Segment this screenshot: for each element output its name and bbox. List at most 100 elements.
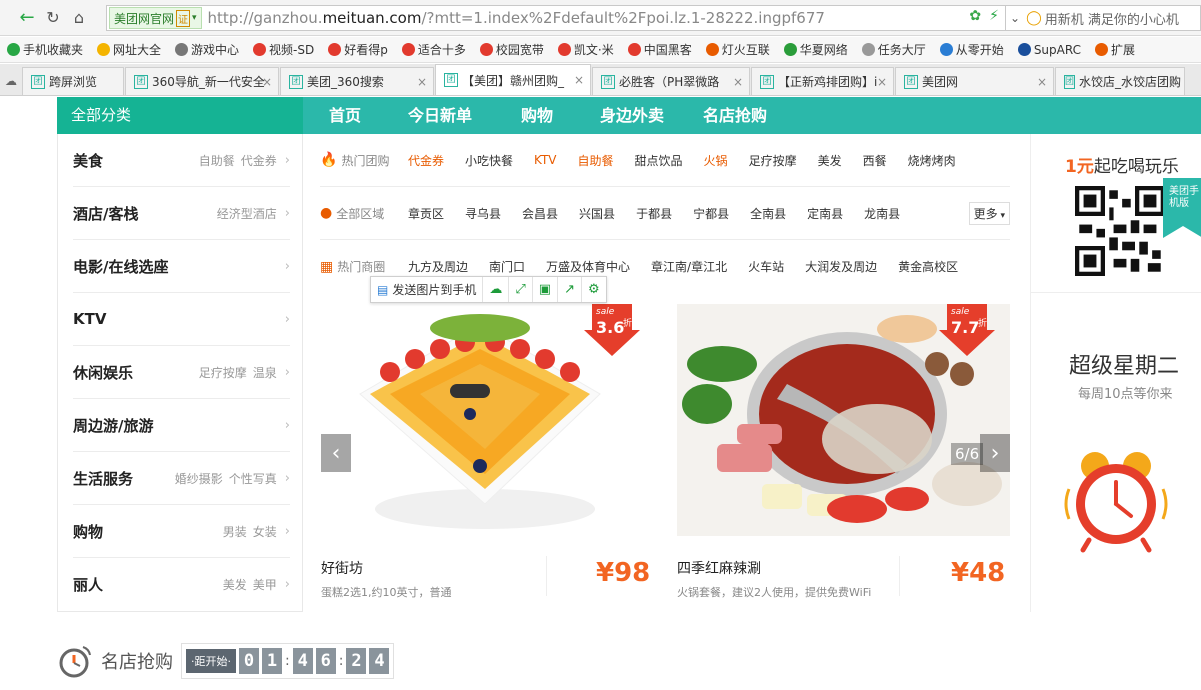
- deal-name[interactable]: 四季红麻辣涮: [677, 558, 761, 578]
- save-button[interactable]: ▣: [533, 277, 559, 302]
- bookmark-item[interactable]: 任务大厅: [855, 41, 933, 58]
- home-icon[interactable]: ⌂: [66, 5, 92, 31]
- filter-item[interactable]: 南门口: [489, 258, 525, 275]
- category-header[interactable]: 全部分类: [57, 97, 303, 134]
- close-icon[interactable]: ×: [574, 73, 584, 87]
- browser-tab[interactable]: 团【美团】赣州团购_ ×: [435, 64, 591, 95]
- filter-item[interactable]: 全南县: [750, 205, 786, 222]
- send-to-phone-button[interactable]: ▤ 发送图片到手机: [371, 277, 484, 302]
- sidebar-sub-link[interactable]: 经济型酒店: [217, 205, 277, 222]
- bookmark-item[interactable]: 视频-SD: [246, 41, 321, 58]
- cloud-icon[interactable]: ☁: [0, 67, 22, 95]
- sidebar-sub-link[interactable]: 婚纱摄影: [175, 470, 223, 487]
- filter-item[interactable]: 烧烤烤肉: [908, 152, 956, 169]
- filter-item[interactable]: 龙南县: [864, 205, 900, 222]
- slider-prev-button[interactable]: ‹: [321, 434, 351, 472]
- browser-tab[interactable]: 团水饺店_水饺店团购 ×: [1055, 67, 1185, 95]
- sidebar-item[interactable]: 丽人 美发 美甲 ›: [73, 558, 290, 611]
- sidebar-item[interactable]: 酒店/客栈 经济型酒店 ›: [73, 187, 290, 240]
- refresh-icon[interactable]: ↻: [40, 5, 66, 31]
- flash-sale-title[interactable]: 名店抢购: [101, 648, 173, 674]
- deal-name[interactable]: 好街坊: [321, 558, 363, 578]
- browser-tab[interactable]: 团必胜客（PH翠微路 ×: [592, 67, 750, 95]
- settings-icon[interactable]: ⚙: [582, 277, 606, 302]
- filter-item[interactable]: 章贡区: [408, 205, 444, 222]
- close-icon[interactable]: ×: [1168, 75, 1178, 89]
- slider-next-button[interactable]: ›: [980, 434, 1010, 472]
- expand-button[interactable]: ⤢: [509, 277, 533, 302]
- sidebar-sub-link[interactable]: 足疗按摩: [199, 364, 247, 381]
- filter-item[interactable]: 甜点饮品: [635, 152, 683, 169]
- chevron-down-icon[interactable]: ⌄: [1010, 11, 1020, 25]
- filter-item[interactable]: 小吃快餐: [465, 152, 513, 169]
- filter-item[interactable]: 西餐: [863, 152, 887, 169]
- share-button[interactable]: ↗: [558, 277, 582, 302]
- sidebar-sub-link[interactable]: 个性写真: [229, 470, 277, 487]
- browser-tab[interactable]: 团【正新鸡排团购】i ×: [751, 67, 894, 95]
- filter-item[interactable]: 于都县: [636, 205, 672, 222]
- lightning-icon[interactable]: ⚡: [989, 8, 999, 24]
- browser-tab[interactable]: 团跨屏浏览: [22, 67, 124, 95]
- filter-item[interactable]: 火锅: [704, 152, 728, 169]
- sidebar-item[interactable]: 美食 自助餐 代金券 ›: [73, 134, 290, 187]
- nav-item[interactable]: 身边外卖: [600, 97, 664, 134]
- browser-tab[interactable]: 团美团_360搜索 ×: [280, 67, 434, 95]
- close-icon[interactable]: ×: [1037, 75, 1047, 89]
- deal-card[interactable]: sale 7.7 折 6/6 › 四季红麻辣涮 火锅套餐，建议2人使用，提供免费…: [677, 304, 1010, 612]
- search-input[interactable]: ⌄ ◯ 用新机 满足你的小心机: [1006, 5, 1201, 31]
- filter-item[interactable]: 足疗按摩: [749, 152, 797, 169]
- sidebar-sub-link[interactable]: 自助餐: [199, 152, 235, 169]
- back-icon[interactable]: ←: [14, 5, 40, 31]
- filter-item[interactable]: 自助餐: [578, 152, 614, 169]
- filter-item[interactable]: KTV: [534, 153, 556, 167]
- bookmark-item[interactable]: 从零开始: [933, 41, 1011, 58]
- filter-item[interactable]: 定南县: [807, 205, 843, 222]
- bookmark-item[interactable]: SupARC: [1011, 43, 1088, 57]
- filter-item[interactable]: 美发: [818, 152, 842, 169]
- sidebar-item[interactable]: 电影/在线选座 ›: [73, 240, 290, 293]
- close-icon[interactable]: ×: [417, 75, 427, 89]
- filter-item[interactable]: 会昌县: [522, 205, 558, 222]
- bookmark-item[interactable]: 校园宽带: [473, 41, 551, 58]
- filter-item[interactable]: 章江南/章江北: [651, 258, 727, 275]
- filter-item[interactable]: 兴国县: [579, 205, 615, 222]
- nav-item[interactable]: 今日新单: [408, 97, 472, 134]
- deal-card[interactable]: sale 3.6 折 ‹ 好街坊 蛋糕2选1,约10英寸，普通 ¥98: [320, 304, 665, 612]
- bookmark-item[interactable]: 中国黑客: [621, 41, 699, 58]
- more-button[interactable]: 更多 ▾: [968, 201, 1010, 225]
- sidebar-item[interactable]: 休闲娱乐 足疗按摩 温泉 ›: [73, 346, 290, 399]
- bookmark-item[interactable]: 华夏网络: [777, 41, 855, 58]
- nav-item[interactable]: 名店抢购: [703, 97, 767, 134]
- filter-item[interactable]: 九方及周边: [408, 258, 468, 275]
- nav-item[interactable]: 首页: [329, 97, 361, 134]
- sidebar-item[interactable]: KTV ›: [73, 293, 290, 346]
- browser-tab[interactable]: 团 360导航_新一代安全 ×: [125, 67, 279, 95]
- sidebar-sub-link[interactable]: 女装: [253, 523, 277, 540]
- close-icon[interactable]: ×: [733, 75, 743, 89]
- qr-code-icon[interactable]: [1075, 186, 1165, 276]
- filter-item[interactable]: 宁都县: [693, 205, 729, 222]
- bookmark-item[interactable]: 网址大全: [90, 41, 168, 58]
- sidebar-item[interactable]: 周边游/旅游 ›: [73, 399, 290, 452]
- bookmark-item[interactable]: 适合十多: [395, 41, 473, 58]
- filter-item[interactable]: 代金券: [408, 152, 444, 169]
- filter-item[interactable]: 火车站: [748, 258, 784, 275]
- sidebar-sub-link[interactable]: 代金券: [241, 152, 277, 169]
- sidebar-item[interactable]: 购物 男装 女装 ›: [73, 505, 290, 558]
- filter-item[interactable]: 万盛及体育中心: [546, 258, 630, 275]
- super-tuesday-title[interactable]: 超级星期二: [1069, 348, 1179, 380]
- sidebar-sub-link[interactable]: 美发: [223, 576, 247, 593]
- bookmark-item[interactable]: 灯火互联: [699, 41, 777, 58]
- filter-item[interactable]: 寻乌县: [465, 205, 501, 222]
- close-icon[interactable]: ×: [877, 75, 887, 89]
- sidebar-sub-link[interactable]: 美甲: [253, 576, 277, 593]
- site-badge[interactable]: 美团网官网 证 ▾: [109, 7, 202, 29]
- cloud-save-button[interactable]: ☁: [483, 277, 510, 302]
- bookmark-item[interactable]: 手机收藏夹: [0, 41, 90, 58]
- browser-tab[interactable]: 团美团网 ×: [895, 67, 1054, 95]
- filter-item[interactable]: 黄金高校区: [898, 258, 958, 275]
- bookmark-item[interactable]: 好看得p: [321, 41, 395, 58]
- filter-item[interactable]: 大润发及周边: [805, 258, 877, 275]
- sidebar-sub-link[interactable]: 男装: [223, 523, 247, 540]
- sidebar-sub-link[interactable]: 温泉: [253, 364, 277, 381]
